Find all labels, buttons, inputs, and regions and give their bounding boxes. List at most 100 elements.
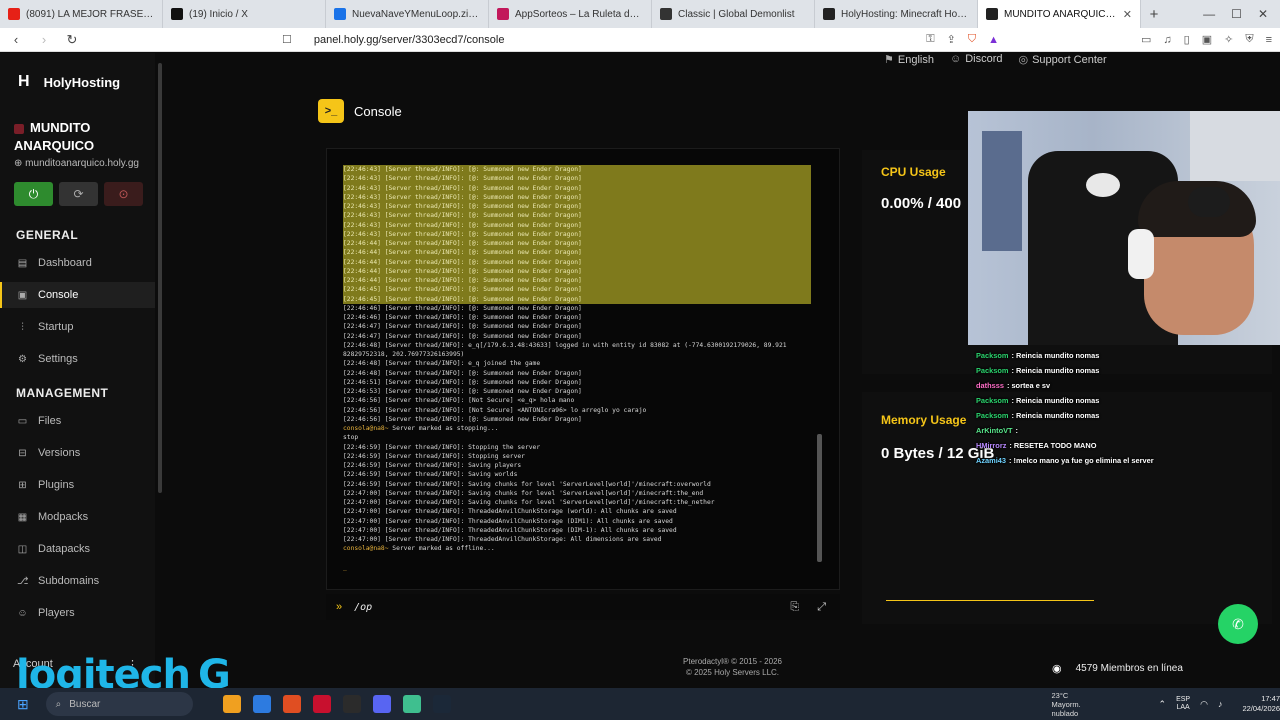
log-line: [22:46:46] [Server thread/INFO]: [@: Sum… <box>343 314 582 321</box>
brave-icon[interactable] <box>283 695 302 713</box>
tab-favicon-icon <box>986 8 998 20</box>
browser-tab[interactable]: MUNDITO ANARQUICO | Conso ✕ <box>978 0 1141 28</box>
chat-bubble-icon[interactable]: ✆ <box>1218 604 1258 644</box>
holyhosting-logo-icon: H <box>18 73 30 90</box>
close-window-icon[interactable]: ✕ <box>1258 7 1268 21</box>
triangle-icon[interactable]: ▲ <box>988 34 999 46</box>
command-prefix: » <box>336 601 343 613</box>
log-line: [22:46:43] [Server thread/INFO]: [@: Sum… <box>343 229 811 239</box>
browser-tab[interactable]: (19) Inicio / X <box>163 0 326 28</box>
players-icon: ☺ <box>17 607 28 619</box>
log-line: [22:46:43] [Server thread/INFO]: [@: Sum… <box>343 220 811 230</box>
sidebar-item-settings[interactable]: ⚙ Settings <box>0 346 155 372</box>
vpn-icon[interactable]: ⛨ <box>1245 33 1253 46</box>
app-icon[interactable] <box>313 695 332 713</box>
log-line: [22:47:00] [Server thread/INFO]: Threade… <box>343 536 662 543</box>
restart-icon: ⟳ <box>73 187 84 201</box>
brave-shield-icon[interactable]: ⛉ <box>968 33 976 46</box>
sidebar-item-modpacks[interactable]: ▦ Modpacks <box>0 504 155 530</box>
app-icon[interactable] <box>253 695 272 713</box>
sidebar-scrollbar[interactable] <box>158 63 162 493</box>
steam-icon[interactable] <box>433 695 452 713</box>
wallet-icon[interactable]: ▣ <box>1202 33 1212 46</box>
key-icon[interactable]: ⚿ <box>926 33 934 46</box>
sidebar-item-startup[interactable]: ⫶ Startup <box>0 314 155 340</box>
sidebar-item-files[interactable]: ▭ Files <box>0 408 155 434</box>
restart-button[interactable]: ⟳ <box>59 182 98 206</box>
sidebar-item-console[interactable]: ▣ Console <box>0 282 155 308</box>
tab-title: AppSorteos – La Ruleta de la Suerte <box>515 8 643 20</box>
chevron-up-icon[interactable]: ⌃ <box>1159 699 1167 710</box>
browser-tab[interactable]: HolyHosting: Minecraft Hosting <box>815 0 978 28</box>
maximize-icon[interactable]: ☐ <box>1231 7 1242 21</box>
log-line: [22:46:59] [Server thread/INFO]: Saving … <box>343 462 522 469</box>
sidebar-item-plugins[interactable]: ⊞ Plugins <box>0 472 155 498</box>
fullscreen-icon[interactable]: ⤢ <box>817 601 826 614</box>
browser-tab[interactable]: Classic | Global Demonlist <box>652 0 815 28</box>
command-input[interactable]: /op <box>354 602 372 613</box>
console-scrollbar[interactable] <box>817 434 822 562</box>
start-button[interactable]: ⏻ <box>14 182 53 206</box>
tab-favicon-icon <box>171 8 183 20</box>
app-icon[interactable] <box>403 695 422 713</box>
file-explorer-icon[interactable] <box>223 695 242 713</box>
chat-username: Packsom <box>976 411 1009 420</box>
minimize-icon[interactable]: — <box>1203 7 1215 21</box>
music-icon[interactable]: ♫ <box>1163 34 1171 46</box>
taskbar-search[interactable]: ⌕ Buscar <box>45 692 194 716</box>
log-line: [22:46:59] [Server thread/INFO]: Stoppin… <box>343 452 525 460</box>
language-indicator[interactable]: ESP LAA <box>1176 696 1190 712</box>
volume-icon[interactable]: ♪ <box>1218 699 1223 709</box>
server-domain[interactable]: ⊕ munditoanarquico.holy.gg <box>14 158 139 169</box>
chat-text: : RESETEA TODO MANO <box>1009 441 1097 450</box>
log-line: [22:46:44] [Server thread/INFO]: [@: Sum… <box>343 248 811 258</box>
console-prompt: consola@na8~ <box>343 545 389 553</box>
sidebar-item-datapacks[interactable]: ◫ Datapacks <box>0 536 155 562</box>
tab-title: NuevaNaveYMenuLoop.zip - Google <box>352 8 480 20</box>
copy-icon[interactable]: ⎘ <box>790 601 799 614</box>
discord-icon: ◉ <box>1052 662 1062 675</box>
weather[interactable]: 23°C Mayorm. nublado <box>1051 691 1108 718</box>
forward-icon[interactable]: › <box>36 32 52 47</box>
sidebar-item-versions[interactable]: ⊟ Versions <box>0 440 155 466</box>
obs-icon[interactable] <box>343 695 362 713</box>
ai-icon[interactable]: ✧ <box>1224 33 1233 46</box>
new-tab-button[interactable]: + <box>1141 0 1167 28</box>
stop-button[interactable]: ⊙ <box>104 182 143 206</box>
browser-tab[interactable]: NuevaNaveYMenuLoop.zip - Google <box>326 0 489 28</box>
log-line: [22:47:00] [Server thread/INFO]: Threade… <box>343 517 673 525</box>
sidebar-item-players[interactable]: ☺ Players <box>0 600 155 626</box>
chat-message: Packsom: Reincia mundito nomas <box>976 363 1276 378</box>
chat-message: ArKintoVT : <box>976 423 1276 438</box>
share-icon[interactable]: ⇪ <box>947 33 956 46</box>
windows-start-icon[interactable]: ⊞ <box>12 693 34 715</box>
chair-logo <box>1086 173 1120 197</box>
server-icon <box>14 123 24 134</box>
bookmark-icon[interactable]: ☐ <box>282 33 292 46</box>
back-icon[interactable]: ‹ <box>8 32 24 47</box>
language-link[interactable]: ⚑ English <box>884 53 934 66</box>
support-link[interactable]: ◎ Support Center <box>1018 53 1106 66</box>
sidebar-item-dashboard[interactable]: ▤ Dashboard <box>0 250 155 276</box>
browser-tab[interactable]: (8091) LA MEJOR FRASE DE ADAM S <box>0 0 163 28</box>
modpacks-icon: ▦ <box>17 511 28 523</box>
sidebar-icon[interactable]: ▭ <box>1141 33 1151 46</box>
panel-icon[interactable]: ▯ <box>1184 33 1190 46</box>
menu-icon[interactable]: ≡ <box>1266 34 1272 46</box>
discord-link[interactable]: ☺ Discord <box>950 53 1003 66</box>
sidebar-item-label: Modpacks <box>38 511 89 523</box>
search-placeholder: Buscar <box>69 698 101 710</box>
sidebar-item-subdomains[interactable]: ⎇ Subdomains <box>0 568 155 594</box>
browser-tab[interactable]: AppSorteos – La Ruleta de la Suerte <box>489 0 652 28</box>
wifi-icon[interactable]: ◠ <box>1200 699 1208 710</box>
log-line: [22:47:00] [Server thread/INFO]: Saving … <box>343 489 704 497</box>
close-tab-icon[interactable]: ✕ <box>1123 8 1132 21</box>
sidebar-item-label: Startup <box>38 321 74 333</box>
url-field[interactable]: panel.holy.gg/server/3303ecd7/console <box>314 34 914 46</box>
clock[interactable]: 17:47 22/04/2026 <box>1242 694 1280 714</box>
chat-message: Azami43 : !melco mano ya fue go elimina … <box>976 453 1276 468</box>
datapacks-icon: ◫ <box>17 543 28 555</box>
reload-icon[interactable]: ↻ <box>64 32 80 48</box>
brand[interactable]: H HolyHosting <box>18 73 120 91</box>
discord-taskbar-icon[interactable] <box>373 695 392 713</box>
